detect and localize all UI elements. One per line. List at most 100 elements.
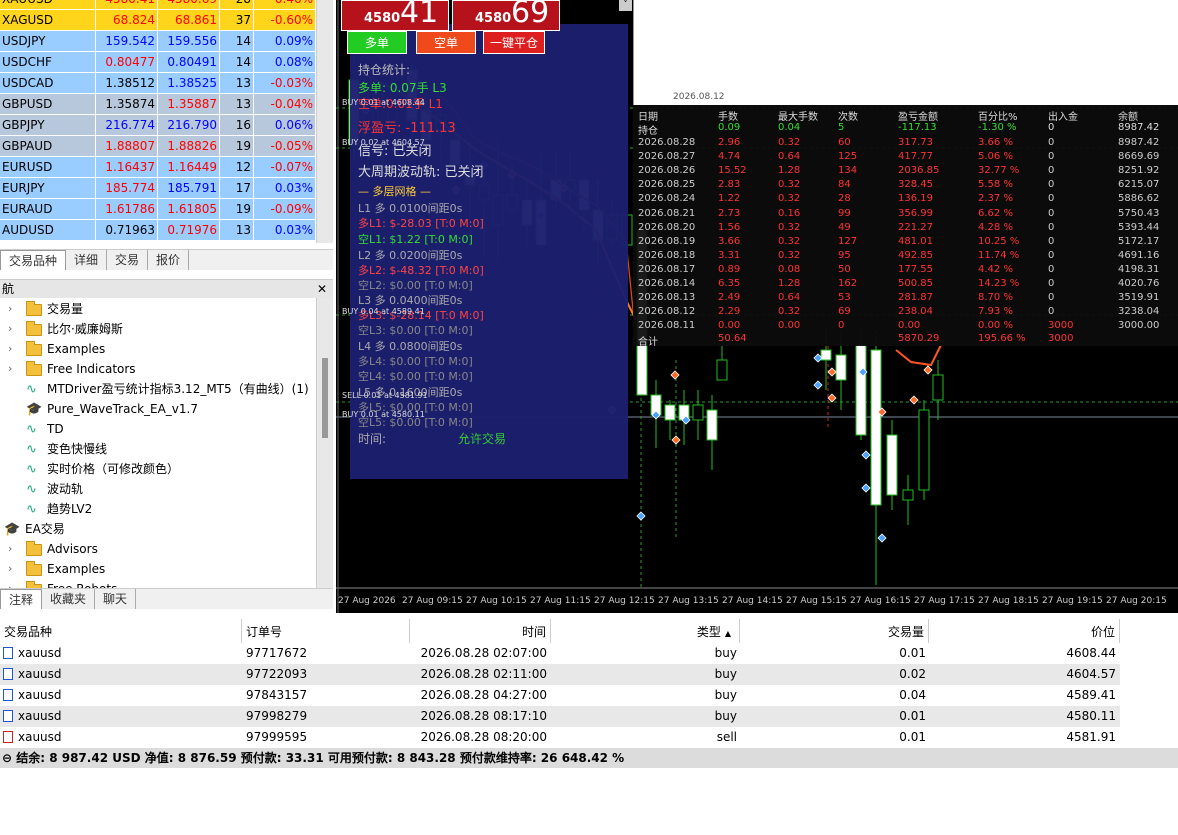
order-time: 2026.08.28 04:27:00 [420, 688, 547, 702]
navigator-item[interactable]: ∿ TD [26, 419, 64, 439]
navigator-scrollbar[interactable] [316, 298, 333, 588]
stats-cell: 49 [838, 221, 851, 233]
market-watch-row[interactable]: GBPAUD 1.88807 1.88826 19 -0.05% [0, 136, 316, 157]
panel-line: L2 多 0.0200间距0s [358, 249, 463, 262]
buy-price-box[interactable]: 4580 69 [452, 0, 560, 31]
symbol-name: GBPUSD [0, 94, 96, 115]
sort-asc-icon: ▲ [724, 629, 731, 638]
stats-cell: 0.32 [778, 193, 801, 205]
graduation-cap-icon: 🎓 [26, 401, 43, 417]
orders-column-header[interactable]: 交易量 [740, 619, 929, 645]
market-watch-scrollbar[interactable] [316, 0, 333, 243]
daily-change: -0.07% [254, 157, 316, 178]
chevron-right-icon[interactable]: › [8, 559, 12, 579]
stats-holding-cell: -1.30 % [978, 122, 1017, 133]
symbol-name: XAUUSD [0, 0, 96, 10]
market-watch-row[interactable]: USDCHF 0.80477 0.80491 14 0.08% [0, 52, 316, 73]
stats-header-cell: 日期 [638, 112, 658, 123]
navigator-item[interactable]: 🎓 Pure_WaveTrack_EA_v1.7 [26, 399, 198, 419]
order-type: buy [714, 688, 737, 702]
navigator-item[interactable]: › 比尔·威廉姆斯 [8, 319, 123, 339]
navigator-item[interactable]: ∿ 变色快慢线 [26, 439, 107, 459]
order-label: BUY 0.04 at 4589.41 [342, 307, 425, 316]
chevron-right-icon[interactable]: › [8, 339, 12, 359]
chevron-right-icon[interactable]: › [8, 539, 12, 559]
time-axis-label: 27 Aug 09:15 [402, 596, 463, 606]
stats-header-cell: 盈亏金额 [898, 112, 938, 123]
order-symbol: xauusd [18, 688, 62, 702]
order-row[interactable]: xauusd 97843157 2026.08.28 04:27:00 buy 0.04… [0, 685, 1120, 706]
navigator-item[interactable]: › Advisors [8, 539, 98, 559]
sell-arrow-icon [827, 367, 837, 377]
chevron-right-icon[interactable]: › [8, 359, 12, 379]
orders-column-header[interactable]: 类型 ▲ [551, 619, 740, 645]
stats-total-cell: 3000 [1048, 333, 1074, 344]
daily-change: 0.08% [254, 52, 316, 73]
stats-total-cell: 5870.29 [898, 333, 940, 344]
price-chart[interactable]: 持仓统计: 多单: 0.07手 L3 空单:0.01手 L1 浮盈亏: -111.13… [336, 0, 1178, 613]
market-watch-row[interactable]: AUDUSD 0.71963 0.71976 13 0.03% [0, 220, 316, 241]
sell-button[interactable]: 空单 [416, 31, 476, 54]
tab-chat[interactable]: 聊天 [95, 589, 137, 609]
market-watch-row[interactable]: GBPUSD 1.35874 1.35887 13 -0.04% [0, 94, 316, 115]
order-row[interactable]: xauusd 97998279 2026.08.28 08:17:10 buy 0.01… [0, 706, 1120, 727]
stats-total-cell: 195.66 % [978, 333, 1026, 344]
market-watch-row[interactable]: EURUSD 1.16437 1.16449 12 -0.07% [0, 157, 316, 178]
buy-button[interactable]: 多单 [347, 31, 407, 54]
order-row[interactable]: xauusd 97722093 2026.08.28 02:11:00 buy 0.02… [0, 664, 1120, 685]
orders-column-header[interactable]: 价位 [929, 619, 1120, 645]
daily-change: -0.03% [254, 73, 316, 94]
chevron-right-icon[interactable]: › [8, 299, 12, 319]
order-row[interactable]: xauusd 97999595 2026.08.28 08:20:00 sell 0.0… [0, 727, 1120, 748]
navigator-item[interactable]: › 交易量 [8, 299, 83, 319]
tab-favorites[interactable]: 收藏夹 [42, 589, 96, 609]
navigator-item[interactable]: 🎓 EA交易 [4, 519, 65, 539]
tab-symbols[interactable]: 交易品种 [0, 250, 67, 270]
order-row[interactable]: xauusd 97717672 2026.08.28 02:07:00 buy 0.01… [0, 643, 1120, 664]
candle-body [902, 489, 914, 501]
order-price: 4589.41 [1066, 688, 1116, 702]
panel-line: L3 多 0.0400间距0s [358, 294, 463, 307]
folder-icon [26, 540, 42, 556]
orders-column-header[interactable]: 交易品种 [0, 619, 242, 645]
stats-cell: 4.42 % [978, 263, 1013, 275]
orders-column-header[interactable]: 订单号 [242, 619, 410, 645]
tab-trading[interactable]: 交易 [107, 250, 149, 270]
ask-price: 216.790 [158, 115, 220, 136]
equity-curve-panel [633, 0, 1178, 105]
stats-cell: 2.29 [718, 306, 741, 318]
market-watch-row[interactable]: EURJPY 185.774 185.791 17 0.03% [0, 178, 316, 199]
tab-details[interactable]: 详细 [66, 250, 108, 270]
close-all-button[interactable]: 一键平仓 [483, 31, 545, 54]
market-watch-row[interactable]: XAGUSD 68.824 68.861 37 -0.60% [0, 10, 316, 31]
navigator-item[interactable]: › Examples [8, 559, 105, 579]
market-watch-row[interactable]: EURAUD 1.61786 1.61805 19 -0.09% [0, 199, 316, 220]
orders-column-header[interactable]: 时间 [410, 619, 551, 645]
market-watch-row[interactable]: GBPJPY 216.774 216.790 16 0.06% [0, 115, 316, 136]
equity-date-label: 2026.08.12 [673, 92, 725, 102]
sell-price-box[interactable]: 4580 41 [341, 0, 449, 31]
navigator-item[interactable]: › Examples [8, 339, 105, 359]
navigator-item[interactable]: ∿ 趋势LV2 [26, 499, 92, 519]
stats-cell: 417.77 [898, 151, 933, 163]
chevron-right-icon[interactable]: › [8, 319, 12, 339]
navigator-item[interactable]: ∿ 实时价格（可修改颜色） [26, 459, 179, 479]
navigator-item[interactable]: › Free Indicators [8, 359, 136, 379]
order-time: 2026.08.28 08:20:00 [420, 730, 547, 744]
chevron-down-icon[interactable]: ˅ [619, 0, 632, 11]
navigator-item[interactable]: ∿ MTDriver盈亏统计指标3.12_MT5（有曲线）(1) [26, 379, 309, 399]
stats-cell: 5.58 % [978, 179, 1013, 191]
tab-ticks[interactable]: 报价 [148, 250, 190, 270]
daily-change: 0.09% [254, 31, 316, 52]
market-watch-row[interactable]: XAUUSD4580.414580.6928-0.46% [0, 0, 316, 10]
bid-price: 0.80477 [96, 52, 158, 73]
order-type: buy [714, 667, 737, 681]
candle-body [835, 354, 847, 381]
tab-notes[interactable]: 注释 [0, 589, 43, 609]
market-watch-row[interactable]: USDCAD 1.38512 1.38525 13 -0.03% [0, 73, 316, 94]
daily-change: 0.03% [254, 178, 316, 199]
close-icon[interactable]: ✕ [317, 280, 327, 298]
stats-cell: 2026.08.28 [638, 137, 696, 148]
market-watch-row[interactable]: USDJPY 159.542 159.556 14 0.09% [0, 31, 316, 52]
navigator-item[interactable]: ∿ 波动轨 [26, 479, 83, 499]
